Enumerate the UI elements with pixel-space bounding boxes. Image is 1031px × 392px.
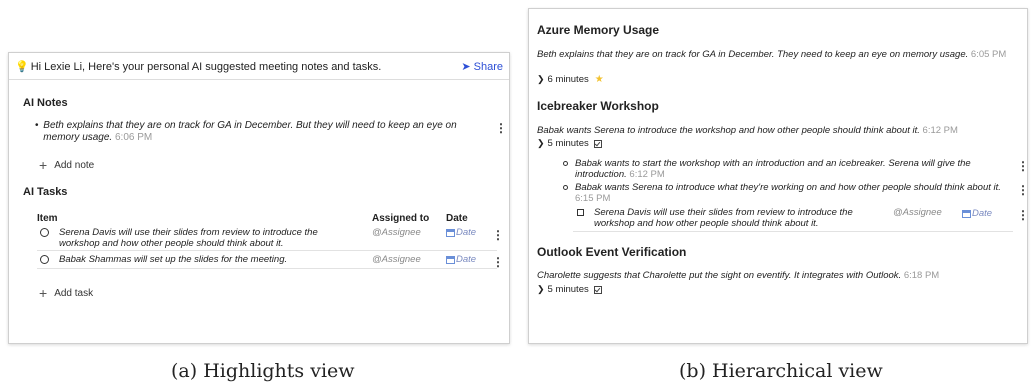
section-summary: Beth explains that they are on track for… — [537, 49, 1017, 60]
summary-timestamp: 6:12 PM — [922, 125, 958, 136]
sub-item-content: Babak wants to start the workshop with a… — [575, 158, 1003, 180]
sub-item-more-icon[interactable]: ⋮ — [1017, 160, 1029, 172]
share-button[interactable]: ➤ Share — [461, 60, 503, 73]
lightbulb-icon: 💡 — [15, 60, 29, 73]
task-text: Serena Davis will use their slides from … — [594, 207, 853, 229]
bullet: • — [35, 120, 39, 131]
task-complete-circle[interactable] — [40, 228, 49, 237]
share-label: Share — [473, 60, 503, 73]
calendar-icon — [962, 209, 971, 218]
sub-item-timestamp: 6:15 PM — [575, 193, 611, 204]
task-date[interactable]: Date — [962, 208, 992, 219]
task-assignee[interactable]: @Assignee — [893, 207, 942, 218]
task-divider — [37, 250, 497, 251]
column-item: Item — [37, 213, 58, 224]
ai-notes-title: AI Notes — [23, 97, 68, 109]
task-date-label: Date — [456, 227, 477, 238]
task-divider — [573, 231, 1013, 232]
sub-item-more-icon[interactable]: ⋮ — [1017, 184, 1029, 196]
column-assigned: Assigned to — [372, 213, 430, 224]
sub-item-content: Babak wants Serena to introduce what the… — [575, 182, 1003, 204]
ai-banner: 💡 Hi Lexie Li, Here's your personal AI su… — [9, 53, 509, 80]
note-content: Beth explains that they are on track for… — [43, 120, 479, 144]
chevron-right-icon: ❯ — [537, 284, 545, 294]
highlights-panel: 💡 Hi Lexie Li, Here's your personal AI su… — [8, 52, 510, 344]
add-note-button[interactable]: + Add note — [39, 157, 94, 173]
hierarchical-panel: Azure Memory Usage Beth explains that th… — [528, 8, 1029, 344]
task-date[interactable]: Date — [446, 254, 476, 265]
calendar-icon — [446, 255, 455, 264]
chevron-right-icon: ❯ — [537, 74, 545, 84]
add-note-label: Add note — [54, 159, 95, 171]
plus-icon: + — [39, 157, 48, 173]
section-title: Azure Memory Usage — [537, 23, 660, 37]
duration-label: 6 minutes — [547, 74, 589, 85]
task-date[interactable]: Date — [446, 227, 476, 238]
duration-toggle[interactable]: ❯ 5 minutes — [537, 284, 602, 295]
task-assignee[interactable]: @Assignee — [372, 254, 421, 265]
task-more-icon[interactable]: ⋮ — [492, 256, 504, 268]
sub-item-timestamp: 6:12 PM — [629, 169, 665, 180]
section-summary: Charolette suggests that Charolette put … — [537, 270, 1017, 281]
task-text: Babak Shammas will set up the slides for… — [59, 254, 288, 265]
share-arrow-icon: ➤ — [461, 60, 471, 73]
task-divider — [37, 268, 497, 269]
add-task-button[interactable]: + Add task — [39, 285, 93, 301]
section-task-row: Serena Davis will use their slides from … — [577, 207, 877, 229]
task-checkbox[interactable] — [577, 209, 584, 216]
task-text: Serena Davis will use their slides from … — [59, 227, 318, 249]
banner-text: Hi Lexie Li, Here's your personal AI sug… — [30, 60, 382, 73]
sub-bullet — [563, 161, 568, 166]
sub-item-text: Babak wants Serena to introduce what the… — [575, 182, 1001, 193]
task-row: Babak Shammas will set up the slides for… — [40, 254, 360, 265]
section-title: Outlook Event Verification — [537, 245, 687, 259]
summary-text: Charolette suggests that Charolette put … — [537, 270, 902, 281]
ai-tasks-title: AI Tasks — [23, 186, 68, 198]
summary-timestamp: 6:18 PM — [903, 270, 940, 281]
task-assignee[interactable]: @Assignee — [372, 227, 421, 238]
star-icon[interactable]: ★ — [595, 74, 604, 85]
summary-timestamp: 6:05 PM — [970, 49, 1007, 60]
note-more-icon[interactable]: ⋮ — [495, 122, 507, 134]
task-more-icon[interactable]: ⋮ — [1017, 209, 1029, 221]
checkbox-checked-icon[interactable] — [593, 285, 602, 294]
note-timestamp: 6:06 PM — [115, 132, 153, 143]
task-date-label: Date — [456, 254, 477, 265]
hierarchical-caption: (b) Hierarchical view — [679, 360, 883, 382]
duration-toggle[interactable]: ❯ 6 minutes ★ — [537, 74, 604, 85]
calendar-icon — [446, 228, 455, 237]
sub-item: Babak wants Serena to introduce what the… — [563, 182, 1003, 204]
summary-text: Babak wants Serena to introduce the work… — [537, 125, 920, 136]
plus-icon: + — [39, 285, 48, 301]
chevron-right-icon: ❯ — [537, 138, 545, 148]
duration-toggle[interactable]: ❯ 5 minutes — [537, 138, 602, 149]
section-title: Icebreaker Workshop — [537, 99, 659, 113]
section-summary: Babak wants Serena to introduce the work… — [537, 125, 1017, 136]
banner-message: 💡 Hi Lexie Li, Here's your personal AI su… — [15, 60, 381, 73]
note-text: Beth explains that they are on track for… — [43, 120, 457, 143]
sub-item: Babak wants to start the workshop with a… — [563, 158, 1003, 180]
summary-text: Beth explains that they are on track for… — [537, 49, 969, 60]
sub-bullet — [563, 185, 568, 190]
checkbox-checked-icon[interactable] — [593, 139, 602, 148]
task-complete-circle[interactable] — [40, 255, 49, 264]
highlights-caption: (a) Highlights view — [171, 360, 355, 382]
task-more-icon[interactable]: ⋮ — [492, 229, 504, 241]
column-date: Date — [446, 213, 468, 224]
duration-label: 5 minutes — [547, 138, 589, 149]
task-date-label: Date — [972, 208, 993, 219]
task-row: Serena Davis will use their slides from … — [40, 227, 350, 249]
add-task-label: Add task — [54, 287, 94, 299]
note-item: • Beth explains that they are on track f… — [35, 120, 479, 144]
duration-label: 5 minutes — [547, 284, 589, 295]
